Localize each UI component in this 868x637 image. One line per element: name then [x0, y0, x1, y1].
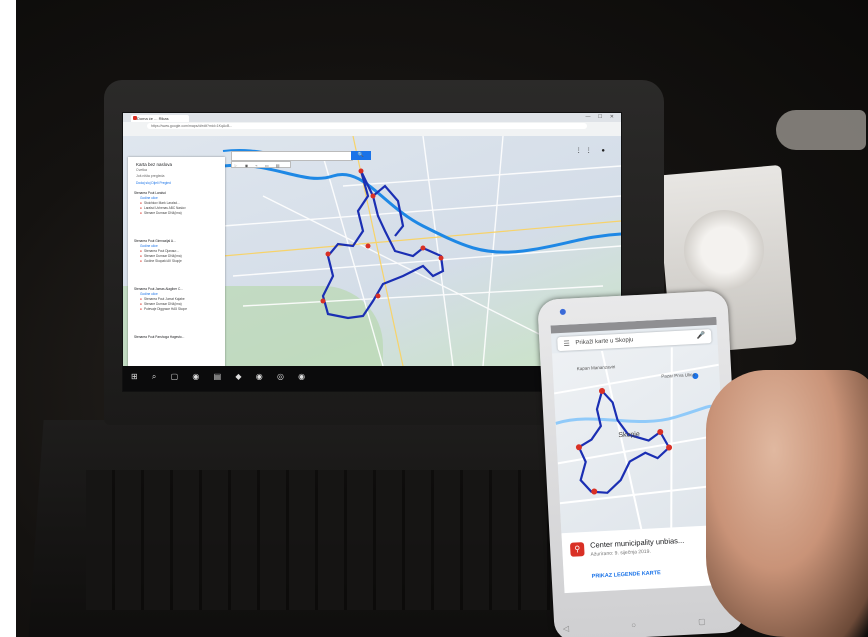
- desk-lamp: [776, 110, 866, 150]
- panel-actions[interactable]: Dodaj sloj Dijeli Pregled: [136, 181, 222, 186]
- map-search-input[interactable]: [231, 151, 353, 161]
- camera-icon: [559, 308, 566, 316]
- phone-map-markers[interactable]: [573, 384, 674, 495]
- phone-route-line: [577, 388, 671, 494]
- legend-link[interactable]: PRIKAZ LEGENDE KARTE: [592, 570, 661, 580]
- layer-point[interactable]: Putevaje Diggrace HA5 Skope: [134, 307, 220, 312]
- layer-point[interactable]: Stenare Dumsar DN4(ima): [134, 211, 220, 216]
- map-toolbar[interactable]: ☞ ◉ ⌁ ▭ ▤: [231, 161, 291, 168]
- map-subtitle: Cvetka: [136, 168, 147, 172]
- window-controls[interactable]: — ☐ ✕: [586, 114, 617, 120]
- river: [222, 163, 621, 254]
- search-button[interactable]: 🔍: [351, 151, 371, 160]
- phone-map[interactable]: Skopje Pazar Prva Ulica Kapan Mananzavir…: [551, 344, 728, 534]
- layer-item[interactable]: Stenarea Pout Gimnazijal A... Godine uli…: [134, 239, 220, 264]
- layer-item[interactable]: Stenarea Pout Parshoga Hagesto...: [134, 335, 220, 340]
- url-input[interactable]: https://www.google.com/maps/d/edit?mid=1…: [147, 123, 587, 129]
- layer-item[interactable]: Stenarea Pout Laralsd Godine ulice Stoic…: [134, 191, 220, 216]
- phone-screen: Prikaži karte u Skopju ☰ 🎤 Skopje Pazar …: [550, 316, 731, 594]
- menu-icon[interactable]: ☰: [563, 340, 570, 348]
- layers-panel: Karta bez naslova Cvetka Još ništa pregl…: [128, 157, 225, 367]
- layer-point[interactable]: Godine Skopaki AV Skopje: [134, 259, 220, 264]
- map-pin-icon: ⚲: [569, 542, 585, 557]
- favicon-icon: [133, 116, 137, 120]
- map-card-title: Center municipality unbias...: [589, 535, 685, 550]
- speaker-dial: [684, 210, 764, 290]
- photo: Doma će ... Rikas — ☐ ✕ https://www.goog…: [16, 0, 868, 637]
- browser-tabbar: [123, 113, 621, 122]
- account-icons[interactable]: ⋮⋮ ●: [576, 147, 609, 154]
- map-card-date: Ažurirano: 9. siječnja 2019.: [590, 548, 651, 558]
- hand: [706, 370, 868, 637]
- map-info-card[interactable]: ⚲ Center municipality unbias... Ažuriran…: [561, 524, 731, 594]
- laptop-keyboard: [86, 470, 586, 610]
- browser-tab[interactable]: Doma će ... Rikas: [131, 115, 189, 122]
- map-views: Još ništa pregleda: [136, 174, 165, 178]
- mic-icon[interactable]: 🎤: [696, 331, 705, 339]
- layer-name: Stenarea Pout Parshoga Hagesto...: [134, 335, 185, 339]
- taskbar-icons[interactable]: ⊞ ⌕ ▢ ◉ ▤ ◆ ◉ ◎ ◉: [131, 372, 311, 382]
- phone-nav-buttons[interactable]: ◁ ○ ▢: [554, 615, 744, 634]
- map-label-city: Skopje: [618, 431, 640, 440]
- map-title[interactable]: Karta bez naslova: [136, 162, 172, 167]
- layer-item[interactable]: Stenarea Pout Jamas Alagiber C... Godine…: [134, 287, 220, 312]
- phone-map-overlay: [553, 347, 726, 530]
